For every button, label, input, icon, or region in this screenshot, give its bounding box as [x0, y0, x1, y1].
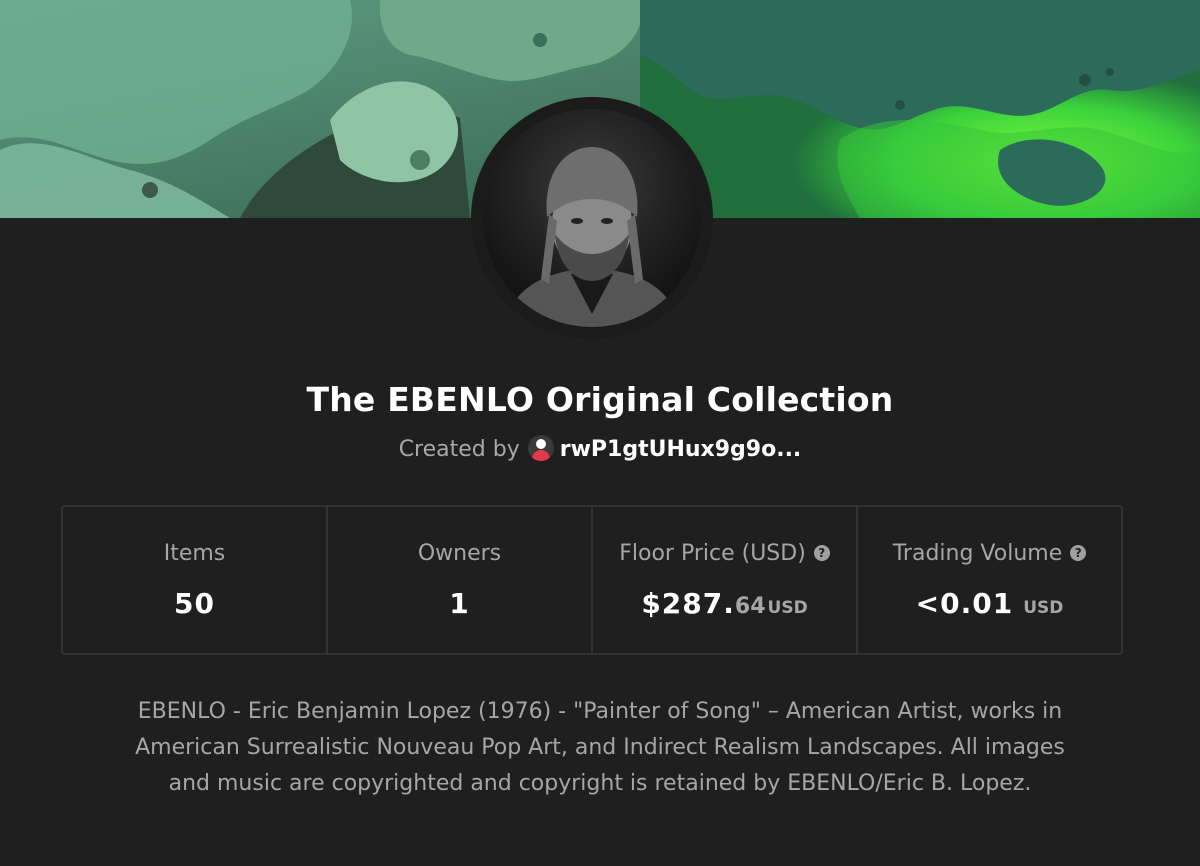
- stat-owners: Owners 1: [328, 507, 593, 653]
- collection-title: The EBENLO Original Collection: [306, 380, 894, 419]
- stat-value-owners: 1: [449, 587, 470, 620]
- stat-label-trading-volume: Trading Volume: [892, 541, 1063, 566]
- collection-avatar-frame: [471, 97, 713, 339]
- stat-value-items: 50: [174, 587, 215, 620]
- created-by-label: Created by: [398, 437, 520, 462]
- stat-label-owners: Owners: [417, 541, 502, 566]
- stat-floor-price: Floor Price (USD)? $287.64 USD: [593, 507, 858, 653]
- stat-value-floor-price: $287.64 USD: [593, 587, 856, 620]
- stat-label-trading-volume-row: Trading Volume?: [858, 541, 1121, 566]
- trading-volume-amount: <0.01: [915, 587, 1014, 620]
- creator-address-link[interactable]: rwP1gtUHux9g9o...: [560, 437, 802, 462]
- creator-line: Created by rwP1gtUHux9g9o...: [0, 434, 1200, 466]
- collection-avatar[interactable]: [483, 109, 701, 327]
- stat-label-items: Items: [163, 541, 226, 566]
- question-circle-icon[interactable]: ?: [813, 545, 830, 561]
- artist-portrait: [483, 109, 701, 327]
- floor-price-decimals: 64: [734, 594, 766, 619]
- floor-price-integer: $287.: [641, 587, 735, 620]
- stat-label-floor-price-row: Floor Price (USD)?: [593, 541, 856, 566]
- floor-price-unit: USD: [767, 598, 808, 618]
- stat-label-floor-price: Floor Price (USD): [619, 541, 806, 566]
- collection-stats: Items 50 Owners 1 Floor Price (USD)? $28…: [61, 505, 1123, 655]
- trading-volume-unit: USD: [1023, 598, 1064, 618]
- question-circle-icon[interactable]: ?: [1070, 545, 1087, 561]
- collection-page: The EBENLO Original Collection Created b…: [0, 0, 1200, 866]
- stat-trading-volume: Trading Volume? <0.01 USD: [858, 507, 1121, 653]
- user-avatar-icon[interactable]: [527, 435, 554, 461]
- stat-items: Items 50: [63, 507, 328, 653]
- stat-value-trading-volume: <0.01 USD: [858, 587, 1121, 620]
- collection-description: EBENLO - Eric Benjamin Lopez (1976) - "P…: [135, 699, 1065, 796]
